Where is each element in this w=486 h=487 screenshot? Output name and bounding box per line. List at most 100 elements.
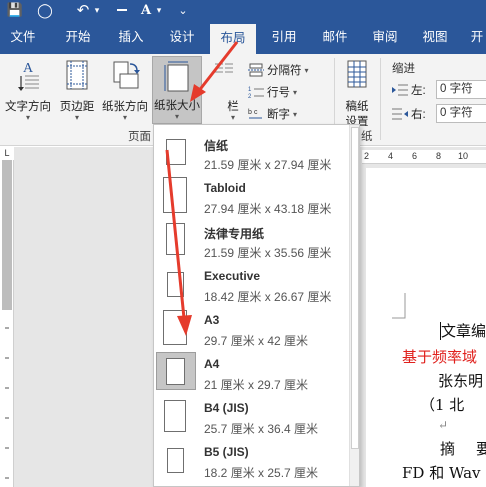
paper-size-item-a3[interactable]: A3 29.7 厘米 x 42 厘米	[154, 306, 348, 350]
gallery-scrollbar[interactable]	[349, 125, 359, 486]
font-style-icon[interactable]: A	[138, 0, 154, 20]
chevron-down-icon: ▾	[25, 113, 30, 122]
paper-size-dimensions: 18.2 厘米 x 25.7 厘米	[204, 466, 319, 480]
doc-line: 张东明	[438, 372, 484, 390]
ruler-mark: 6	[412, 151, 418, 161]
hyphenation-button[interactable]: bc 断字 ▾	[248, 104, 297, 124]
doc-line: 基于频率域	[402, 348, 478, 366]
paper-thumbnail	[166, 358, 185, 385]
text-direction-button[interactable]: A 文字方向 ▾	[2, 58, 54, 124]
draft-settings-button[interactable]: 稿纸 设置	[338, 58, 376, 128]
tab-selector[interactable]: L	[0, 147, 14, 160]
tab-references[interactable]: 引用	[260, 20, 308, 54]
doc-line: 文章编	[440, 322, 486, 340]
svg-text:1: 1	[248, 87, 252, 93]
draft-settings-label-1: 稿纸	[345, 101, 369, 113]
tab-layout[interactable]: 布局	[210, 24, 256, 54]
orientation-label: 纸张方向	[102, 101, 148, 113]
indent-left-input[interactable]: 0 字符	[436, 80, 486, 99]
orientation-button[interactable]: 纸张方向 ▾	[100, 58, 150, 124]
undo-icon[interactable]: ↶	[74, 0, 92, 20]
indent-right-icon	[392, 108, 408, 120]
tab-home[interactable]: 开始	[52, 20, 104, 54]
document-page[interactable]: 文章编 基于频率域 张东明 （1 北 ↵ 摘 要 FD 和 Wav	[366, 168, 486, 487]
paper-size-icon	[164, 61, 189, 92]
indent-title: 缩进	[392, 63, 415, 75]
indent-right-input[interactable]: 0 字符	[436, 104, 486, 123]
line-numbers-button[interactable]: 12 行号 ▾	[248, 82, 297, 102]
svg-text:2: 2	[248, 94, 252, 99]
paper-thumbnail	[164, 400, 186, 432]
paper-size-item-legal[interactable]: 法律专用纸 21.59 厘米 x 35.56 厘米	[154, 218, 348, 262]
line-numbers-icon: 12	[248, 87, 264, 99]
paper-size-item-a4[interactable]: A4 21 厘米 x 29.7 厘米	[154, 350, 348, 394]
tab-insert[interactable]: 插入	[106, 20, 156, 54]
orientation-icon	[113, 61, 140, 89]
hyphenation-label: 断字	[267, 109, 290, 121]
ribbon-tab-bar: 文件 开始 插入 设计 布局 引用 邮件 审阅 视图 开	[0, 20, 486, 54]
paper-size-name: B5 (JIS)	[204, 445, 249, 459]
size-label: 纸张大小	[154, 100, 200, 112]
tab-review[interactable]: 审阅	[362, 20, 408, 54]
draft-paper-icon	[347, 60, 367, 88]
chevron-down-icon: ▾	[122, 113, 127, 122]
margin-corner-mark	[392, 293, 406, 319]
redo-icon[interactable]	[114, 0, 130, 20]
paper-size-item-tabloid[interactable]: Tabloid 27.94 厘米 x 43.18 厘米	[154, 174, 348, 218]
indent-left-icon	[392, 84, 408, 96]
columns-label: 栏	[227, 101, 239, 113]
breaks-icon	[248, 63, 264, 77]
columns-button[interactable]: 栏 ▾	[204, 58, 244, 124]
indent-left-row: 左:	[392, 80, 426, 100]
tab-design[interactable]: 设计	[158, 20, 206, 54]
hyphenation-icon: bc	[248, 109, 262, 119]
horizontal-ruler: 2 4 6 8 10	[362, 150, 486, 164]
paper-size-name: B4 (JIS)	[204, 401, 249, 415]
doc-line: （1 北	[420, 396, 465, 414]
tab-view[interactable]: 视图	[412, 20, 458, 54]
paper-size-dimensions: 21.59 厘米 x 35.56 厘米	[204, 246, 332, 260]
svg-text:c: c	[254, 109, 258, 116]
line-numbers-label: 行号	[267, 87, 290, 99]
chevron-down-icon: ▾	[230, 113, 235, 122]
breaks-button[interactable]: 分隔符 ▾	[248, 60, 309, 80]
size-button[interactable]: 纸张大小 ▾	[152, 56, 202, 124]
paper-size-item-b5-jis[interactable]: B5 (JIS) 18.2 厘米 x 25.7 厘米	[154, 438, 348, 482]
vertical-ruler	[0, 160, 14, 487]
paper-size-gallery: 信纸 21.59 厘米 x 27.94 厘米 Tabloid 27.94 厘米 …	[153, 124, 360, 487]
paper-thumbnail	[163, 177, 187, 213]
ruler-mark: 10	[458, 151, 469, 161]
paper-size-name: A3	[204, 313, 220, 327]
autosave-icon[interactable]: ◯	[36, 0, 54, 20]
scrollbar-thumb[interactable]	[351, 127, 359, 449]
doc-line: FD 和 Wav	[402, 464, 481, 482]
paper-size-item-b4-jis[interactable]: B4 (JIS) 25.7 厘米 x 36.4 厘米	[154, 394, 348, 438]
chevron-down-icon: ▾	[74, 113, 79, 122]
paper-size-dimensions: 21 厘米 x 29.7 厘米	[204, 378, 309, 392]
tab-developer[interactable]: 开	[462, 20, 486, 54]
margins-icon	[66, 60, 88, 90]
paper-thumbnail	[167, 272, 184, 297]
save-icon[interactable]: 💾	[6, 0, 24, 20]
ruler-mark: 2	[364, 151, 370, 161]
paper-thumbnail	[163, 310, 187, 345]
customize-toolbar-icon[interactable]: ⌄	[176, 0, 190, 20]
paper-size-item-executive[interactable]: Executive 18.42 厘米 x 26.67 厘米	[154, 262, 348, 306]
undo-dropdown-icon[interactable]: ▾	[92, 0, 102, 20]
draft-group-label: 纸	[361, 131, 373, 143]
paper-thumbnail	[167, 448, 184, 473]
tab-file[interactable]: 文件	[0, 20, 46, 54]
font-style-dropdown-icon[interactable]: ▾	[154, 0, 164, 20]
paper-size-name: A4	[204, 357, 220, 371]
paper-thumbnail	[166, 139, 186, 165]
columns-icon	[215, 63, 233, 73]
paper-size-name: 信纸	[204, 139, 229, 153]
margins-button[interactable]: 页边距 ▾	[56, 58, 98, 124]
indent-right-row: 右:	[392, 104, 426, 124]
paper-size-dimensions: 18.42 厘米 x 26.67 厘米	[204, 290, 332, 304]
paper-size-item-letter[interactable]: 信纸 21.59 厘米 x 27.94 厘米	[154, 130, 348, 174]
tab-mailings[interactable]: 邮件	[312, 20, 358, 54]
ruler-mark: 8	[436, 151, 442, 161]
svg-text:b: b	[248, 109, 252, 116]
chevron-down-icon: ▾	[304, 65, 309, 75]
